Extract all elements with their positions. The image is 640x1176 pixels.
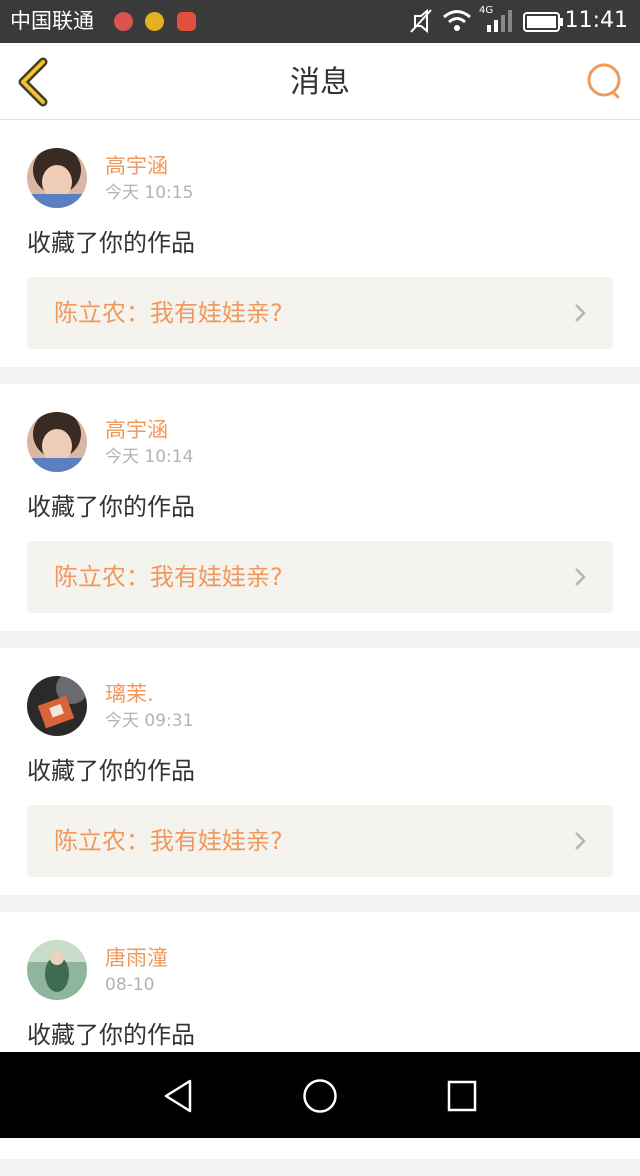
chevron-right-icon bbox=[575, 568, 586, 586]
mute-icon bbox=[410, 8, 432, 34]
system-navigation-bar bbox=[0, 1052, 640, 1138]
message-time: 今天 09:31 bbox=[105, 711, 194, 731]
page-title: 消息 bbox=[290, 65, 350, 100]
user-name[interactable]: 高宇涵 bbox=[105, 417, 168, 443]
work-title: 陈立农：我有娃娃亲? bbox=[54, 827, 283, 855]
message-item: 高宇涵 今天 10:14 收藏了你的作品 陈立农：我有娃娃亲? bbox=[0, 384, 640, 631]
carrier-name: 中国联通 bbox=[10, 9, 94, 33]
message-action: 收藏了你的作品 bbox=[27, 229, 195, 257]
message-time: 08-10 bbox=[105, 975, 155, 995]
chevron-right-icon bbox=[575, 304, 586, 322]
work-link[interactable]: 陈立农：我有娃娃亲? bbox=[27, 805, 613, 877]
avatar[interactable] bbox=[27, 412, 87, 472]
avatar[interactable] bbox=[27, 148, 87, 208]
app-notification-icon bbox=[145, 12, 164, 31]
message-time: 今天 10:15 bbox=[105, 183, 194, 203]
message-list: 高宇涵 今天 10:15 收藏了你的作品 陈立农：我有娃娃亲? 高宇涵 今天 1… bbox=[0, 120, 640, 1176]
avatar[interactable] bbox=[27, 940, 87, 1000]
work-title: 陈立农：我有娃娃亲? bbox=[54, 299, 283, 327]
work-link[interactable]: 陈立农：我有娃娃亲? bbox=[27, 277, 613, 349]
clock: 11:41 bbox=[564, 8, 628, 33]
signal-icon bbox=[487, 10, 512, 32]
work-title: 陈立农：我有娃娃亲? bbox=[54, 563, 283, 591]
search-button[interactable] bbox=[582, 59, 628, 105]
work-link[interactable]: 陈立农：我有娃娃亲? bbox=[27, 541, 613, 613]
search-icon bbox=[587, 63, 621, 99]
message-action: 收藏了你的作品 bbox=[27, 1021, 195, 1049]
user-name[interactable]: 璃茉. bbox=[105, 681, 154, 707]
chevron-right-icon bbox=[575, 832, 586, 850]
app-notification-icon bbox=[114, 12, 133, 31]
message-item: 璃茉. 今天 09:31 收藏了你的作品 陈立农：我有娃娃亲? bbox=[0, 648, 640, 895]
user-name[interactable]: 唐雨潼 bbox=[105, 945, 168, 971]
recents-square-icon[interactable] bbox=[444, 1076, 480, 1116]
wifi-icon bbox=[443, 10, 471, 31]
battery-icon bbox=[523, 12, 563, 32]
home-circle-icon[interactable] bbox=[301, 1076, 339, 1116]
avatar[interactable] bbox=[27, 676, 87, 736]
user-name[interactable]: 高宇涵 bbox=[105, 153, 168, 179]
header: 消息 bbox=[0, 43, 640, 120]
app-notification-icon bbox=[177, 12, 196, 31]
status-bar: 中国联通 4G 11:41 bbox=[0, 0, 640, 43]
message-action: 收藏了你的作品 bbox=[27, 757, 195, 785]
back-triangle-icon[interactable] bbox=[160, 1076, 196, 1116]
message-action: 收藏了你的作品 bbox=[27, 493, 195, 521]
message-item: 高宇涵 今天 10:15 收藏了你的作品 陈立农：我有娃娃亲? bbox=[0, 120, 640, 367]
message-time: 今天 10:14 bbox=[105, 447, 194, 467]
